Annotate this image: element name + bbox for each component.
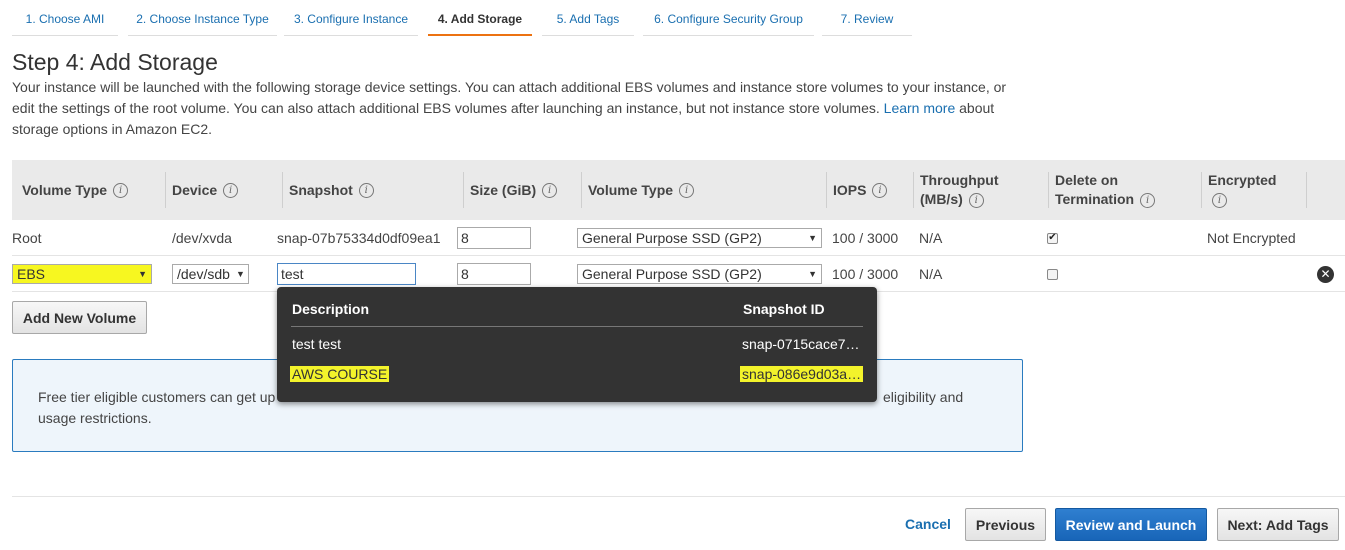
cell-iops: 100 / 3000 [832,230,899,246]
intro-text: Your instance will be launched with the … [12,77,1022,140]
header-device: Device i [165,160,239,220]
header-throughput: Throughput (MB/s) i [913,160,999,220]
tab-review[interactable]: 7. Review [822,0,912,36]
cell-encrypted: Not Encrypted [1207,230,1296,246]
header-throughput-line1: Throughput [920,172,999,188]
learn-more-link[interactable]: Learn more [884,100,956,116]
dropdown-arrow-icon: ▼ [808,233,817,243]
info-icon[interactable]: i [1140,192,1156,208]
storage-table-header: Volume Type i Device i Snapshot i Size (GiB… [12,160,1345,220]
cell-volume-type: EBS ▼ [12,256,152,292]
size-input[interactable] [457,263,531,285]
cell-delete-on-termination [1047,256,1058,292]
info-icon[interactable]: i [968,192,984,208]
info-icon[interactable]: i [1212,192,1227,208]
header-snapshot-label: Snapshot [289,181,353,198]
dropdown-item-description-highlighted: AWS COURSE [290,366,390,382]
size-input[interactable] [457,227,531,249]
header-ebs-volume-type: Volume Type i [581,160,695,220]
page-title: Step 4: Add Storage [12,49,218,75]
header-size-label: Size (GiB) [470,181,537,198]
snapshot-autocomplete-dropdown: Description Snapshot ID test test snap-0… [277,287,877,402]
dropdown-arrow-icon: ▼ [235,269,245,279]
info-icon[interactable]: i [358,182,374,198]
free-tier-text: Free tier eligible customers can get up [38,389,276,405]
header-size: Size (GiB) i [463,160,558,220]
header-iops-label: IOPS [833,181,867,198]
checkmark-icon: ✔ [1048,232,1057,243]
footer-divider [12,496,1345,497]
dropdown-item-description[interactable]: AWS COURSE [290,366,390,382]
tab-choose-ami[interactable]: 1. Choose AMI [12,0,118,36]
ebs-type-select[interactable]: General Purpose SSD (GP2) ▼ [577,264,822,284]
tab-add-storage[interactable]: 4. Add Storage [428,0,532,36]
volume-type-select[interactable]: EBS ▼ [12,264,152,284]
device-value: /dev/sdb [177,266,230,282]
cell-delete-on-termination: ✔ [1047,220,1058,256]
info-icon[interactable]: i [679,182,695,198]
header-snapshot: Snapshot i [282,160,374,220]
free-tier-text-line2: usage restrictions. [38,410,152,426]
add-new-volume-button[interactable]: Add New Volume [12,301,147,334]
header-encrypted: Encrypted i [1201,160,1277,220]
cell-throughput: N/A [919,266,943,282]
info-icon[interactable]: i [542,182,558,198]
table-row: Root /dev/xvda snap-07b75334d0df09ea1 Ge… [12,220,1345,256]
snapshot-search-input[interactable] [277,263,416,285]
cell-remove: ✕ [1317,256,1334,292]
dropdown-item-snapshot-id[interactable]: snap-086e9d03a… [740,366,864,382]
dropdown-item-snapshot-id[interactable]: snap-0715cace7… [742,336,860,352]
header-delete-line2: Termination [1055,191,1135,207]
header-volume-type: Volume Type i [22,160,129,220]
dropdown-divider [291,326,863,327]
header-delete-line1: Delete on [1055,172,1119,188]
info-icon[interactable]: i [113,182,129,198]
info-icon[interactable]: i [223,182,239,198]
volume-type-value: EBS [17,266,46,282]
header-device-label: Device [172,181,218,198]
dropdown-arrow-icon: ▼ [808,269,817,279]
cell-throughput: N/A [919,230,943,246]
cell-ebs-type: General Purpose SSD (GP2) ▼ [577,220,822,256]
review-and-launch-button[interactable]: Review and Launch [1055,508,1207,541]
delete-on-termination-checkbox[interactable]: ✔ [1047,232,1058,244]
cancel-button[interactable]: Cancel [905,516,951,532]
cell-device: /dev/sdb ▼ [172,256,249,292]
intro-part1: Your instance will be launched with the … [12,79,1007,116]
free-tier-text-continued: eligibility and [883,389,964,405]
header-delete-on-termination: Delete on Termination i [1048,160,1156,220]
ebs-type-value: General Purpose SSD (GP2) [582,230,762,246]
delete-on-termination-checkbox[interactable] [1047,268,1058,280]
info-icon[interactable]: i [872,182,888,198]
dropdown-header-snapshot-id: Snapshot ID [743,301,825,317]
tab-configure-security-group[interactable]: 6. Configure Security Group [643,0,814,36]
tab-configure-instance[interactable]: 3. Configure Instance [284,0,418,36]
dropdown-item-snapshot-id-highlighted: snap-086e9d03a… [740,366,864,382]
header-volume-type-label: Volume Type [22,181,108,198]
cell-snapshot: snap-07b75334d0df09ea1 [277,230,441,246]
cell-size [457,220,531,256]
next-add-tags-button[interactable]: Next: Add Tags [1217,508,1339,541]
cell-device: /dev/xvda [172,230,232,246]
tab-choose-instance-type[interactable]: 2. Choose Instance Type [128,0,277,36]
header-throughput-line2: (MB/s) [920,191,963,207]
dropdown-header-description: Description [292,301,370,317]
header-ebs-volume-type-label: Volume Type [588,181,674,198]
dropdown-item-description[interactable]: test test [292,336,341,352]
header-iops: IOPS i [826,160,888,220]
cell-volume-type: Root [12,230,42,246]
ebs-type-select[interactable]: General Purpose SSD (GP2) ▼ [577,228,822,248]
header-encrypted-label: Encrypted [1208,172,1277,188]
remove-volume-icon[interactable]: ✕ [1317,265,1334,283]
device-select[interactable]: /dev/sdb ▼ [172,264,249,284]
previous-button[interactable]: Previous [965,508,1046,541]
dropdown-arrow-icon: ▼ [138,269,147,279]
ebs-type-value: General Purpose SSD (GP2) [582,266,762,282]
tab-add-tags[interactable]: 5. Add Tags [542,0,634,36]
